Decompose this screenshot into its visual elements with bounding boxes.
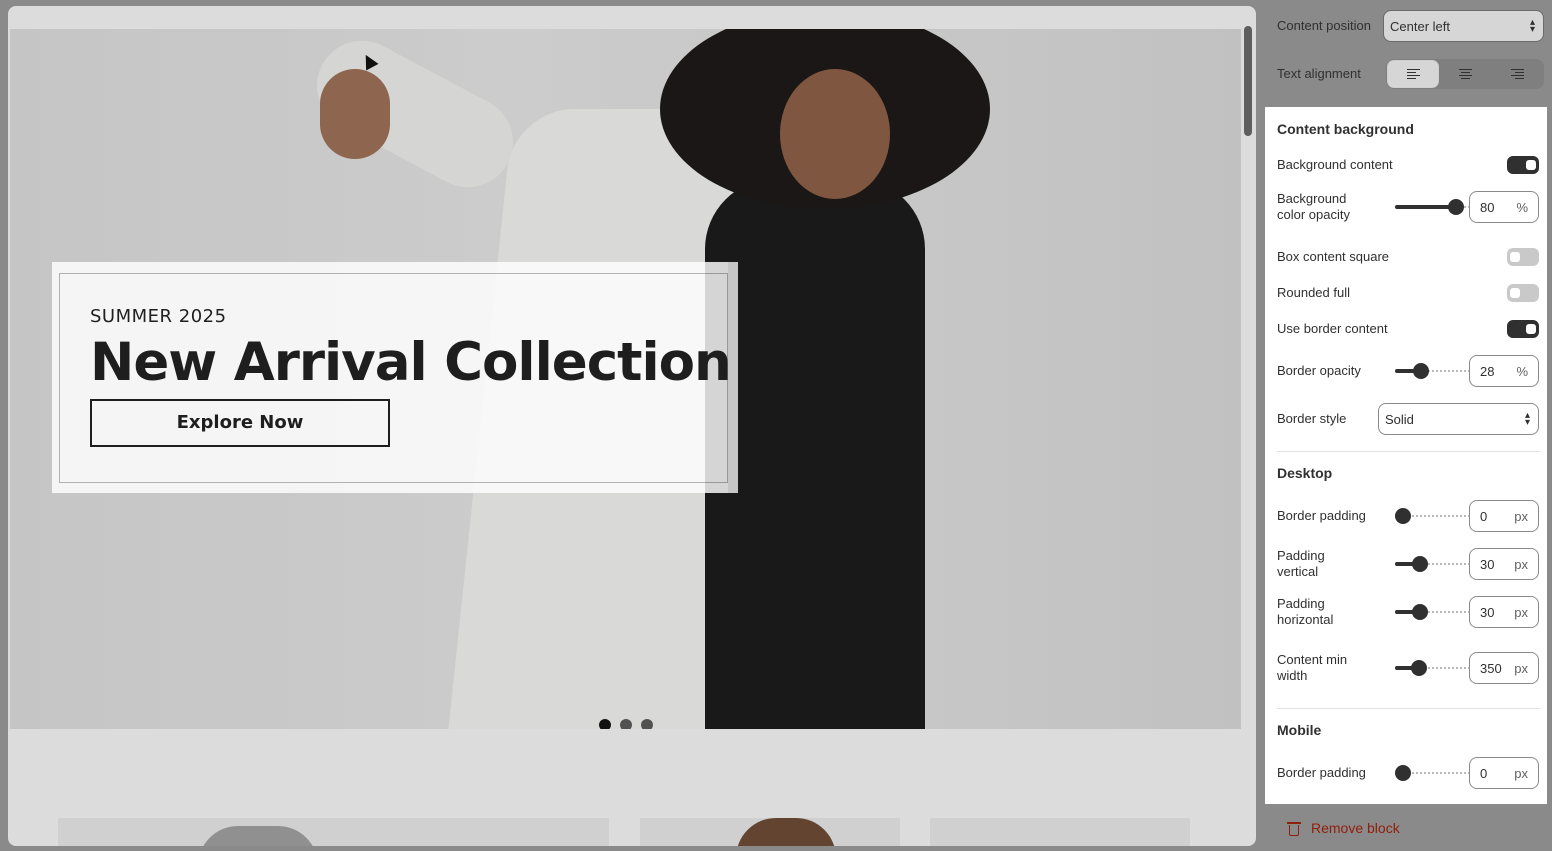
- desktop-border-padding-slider[interactable]: [1395, 508, 1477, 524]
- hero-headline: New Arrival Collection: [90, 332, 732, 393]
- content-position-select[interactable]: Center left ▴ ▾: [1383, 10, 1544, 42]
- left-align-icon: [1406, 68, 1420, 80]
- rounded-full-toggle[interactable]: [1507, 284, 1539, 302]
- border-opacity-unit: %: [1516, 363, 1528, 379]
- mobile-border-padding-unit: px: [1514, 765, 1528, 781]
- hero-image-hand: [320, 69, 390, 159]
- align-center-button[interactable]: [1440, 61, 1490, 87]
- desktop-title: Desktop: [1277, 465, 1333, 481]
- padding-horizontal-unit: px: [1514, 604, 1528, 620]
- slide-dot-2[interactable]: [620, 719, 632, 729]
- product-card[interactable]: [58, 818, 609, 846]
- mobile-border-padding-label: Border padding: [1277, 765, 1366, 780]
- border-opacity-value: 28: [1480, 363, 1495, 379]
- border-style-select[interactable]: Solid ▴ ▾: [1378, 403, 1539, 435]
- remove-block-button[interactable]: Remove block: [1287, 820, 1400, 836]
- hero-image-face: [780, 69, 890, 199]
- product-card[interactable]: [640, 818, 900, 846]
- panel-top-settings: Content position Center left ▴ ▾ Text ali…: [1265, 0, 1552, 107]
- content-position-label: Content position: [1277, 18, 1371, 33]
- padding-vertical-unit: px: [1514, 556, 1528, 572]
- border-opacity-input[interactable]: 28 %: [1469, 355, 1539, 387]
- product-grid: [58, 818, 1190, 846]
- padding-horizontal-label: Padding horizontal: [1277, 596, 1334, 627]
- desktop-border-padding-label: Border padding: [1277, 508, 1366, 523]
- padding-horizontal-slider[interactable]: [1395, 604, 1477, 620]
- padding-vertical-value: 30: [1480, 556, 1495, 572]
- padding-vertical-label: Padding vertical: [1277, 548, 1325, 579]
- right-align-icon: [1510, 68, 1524, 80]
- remove-block-label: Remove block: [1311, 820, 1400, 836]
- content-min-width-input[interactable]: 350 px: [1469, 652, 1539, 684]
- slide-indicators: [599, 719, 653, 729]
- desktop-border-padding-input[interactable]: 0 px: [1469, 500, 1539, 532]
- border-style-value: Solid: [1385, 411, 1414, 427]
- content-background-title: Content background: [1277, 121, 1414, 137]
- padding-vertical-slider[interactable]: [1395, 556, 1477, 572]
- bg-opacity-input[interactable]: 80 %: [1469, 191, 1539, 223]
- border-style-label: Border style: [1277, 411, 1347, 426]
- mobile-title: Mobile: [1277, 722, 1322, 738]
- desktop-border-padding-value: 0: [1480, 508, 1488, 524]
- bg-opacity-value: 80: [1480, 199, 1495, 215]
- padding-horizontal-value: 30: [1480, 604, 1495, 620]
- content-min-width-label: Content min width: [1277, 652, 1348, 683]
- content-min-width-slider[interactable]: [1395, 660, 1477, 676]
- mobile-border-padding-value: 0: [1480, 765, 1488, 781]
- mobile-border-padding-input[interactable]: 0 px: [1469, 757, 1539, 789]
- content-position-value: Center left: [1390, 18, 1450, 34]
- text-alignment-segmented: [1386, 59, 1544, 89]
- product-card[interactable]: [930, 818, 1190, 846]
- slide-dot-1[interactable]: [599, 719, 611, 729]
- box-square-label: Box content square: [1277, 249, 1390, 264]
- section-divider: [1277, 708, 1541, 709]
- desktop-border-padding-unit: px: [1514, 508, 1528, 524]
- use-border-toggle[interactable]: [1507, 320, 1539, 338]
- trash-icon: [1287, 820, 1301, 836]
- padding-vertical-input[interactable]: 30 px: [1469, 548, 1539, 580]
- select-chevron-icon: ▴ ▾: [1524, 410, 1530, 428]
- hero-image-dress: [705, 179, 925, 729]
- align-right-button[interactable]: [1492, 61, 1542, 87]
- rounded-full-label: Rounded full: [1277, 285, 1350, 300]
- center-align-icon: [1458, 68, 1472, 80]
- border-opacity-slider[interactable]: [1395, 363, 1477, 379]
- border-opacity-label: Border opacity: [1277, 363, 1361, 378]
- hero-content-border: SUMMER 2025 New Arrival Collection Explo…: [59, 273, 732, 483]
- content-min-width-unit: px: [1514, 660, 1528, 676]
- slide-dot-3[interactable]: [641, 719, 653, 729]
- background-content-label: Background content: [1277, 157, 1393, 172]
- bg-opacity-slider[interactable]: [1395, 199, 1477, 215]
- mobile-border-padding-slider[interactable]: [1395, 765, 1477, 781]
- explore-now-button[interactable]: Explore Now: [90, 398, 390, 447]
- content-min-width-value: 350: [1480, 660, 1502, 676]
- select-chevron-icon: ▴ ▾: [1529, 17, 1535, 35]
- box-square-toggle[interactable]: [1507, 248, 1539, 266]
- background-content-toggle[interactable]: [1507, 156, 1539, 174]
- bg-opacity-unit: %: [1516, 199, 1528, 215]
- hero-content-box[interactable]: SUMMER 2025 New Arrival Collection Explo…: [52, 262, 738, 493]
- hero-eyebrow: SUMMER 2025: [90, 306, 227, 327]
- text-alignment-label: Text alignment: [1277, 66, 1361, 81]
- content-background-settings: Content background Background content Ba…: [1265, 107, 1547, 804]
- padding-horizontal-input[interactable]: 30 px: [1469, 596, 1539, 628]
- bg-opacity-label: Background color opacity: [1277, 191, 1350, 222]
- preview-scrollbar[interactable]: [1244, 26, 1252, 136]
- use-border-label: Use border content: [1277, 321, 1388, 336]
- align-left-button[interactable]: [1388, 61, 1438, 87]
- section-divider: [1277, 451, 1541, 452]
